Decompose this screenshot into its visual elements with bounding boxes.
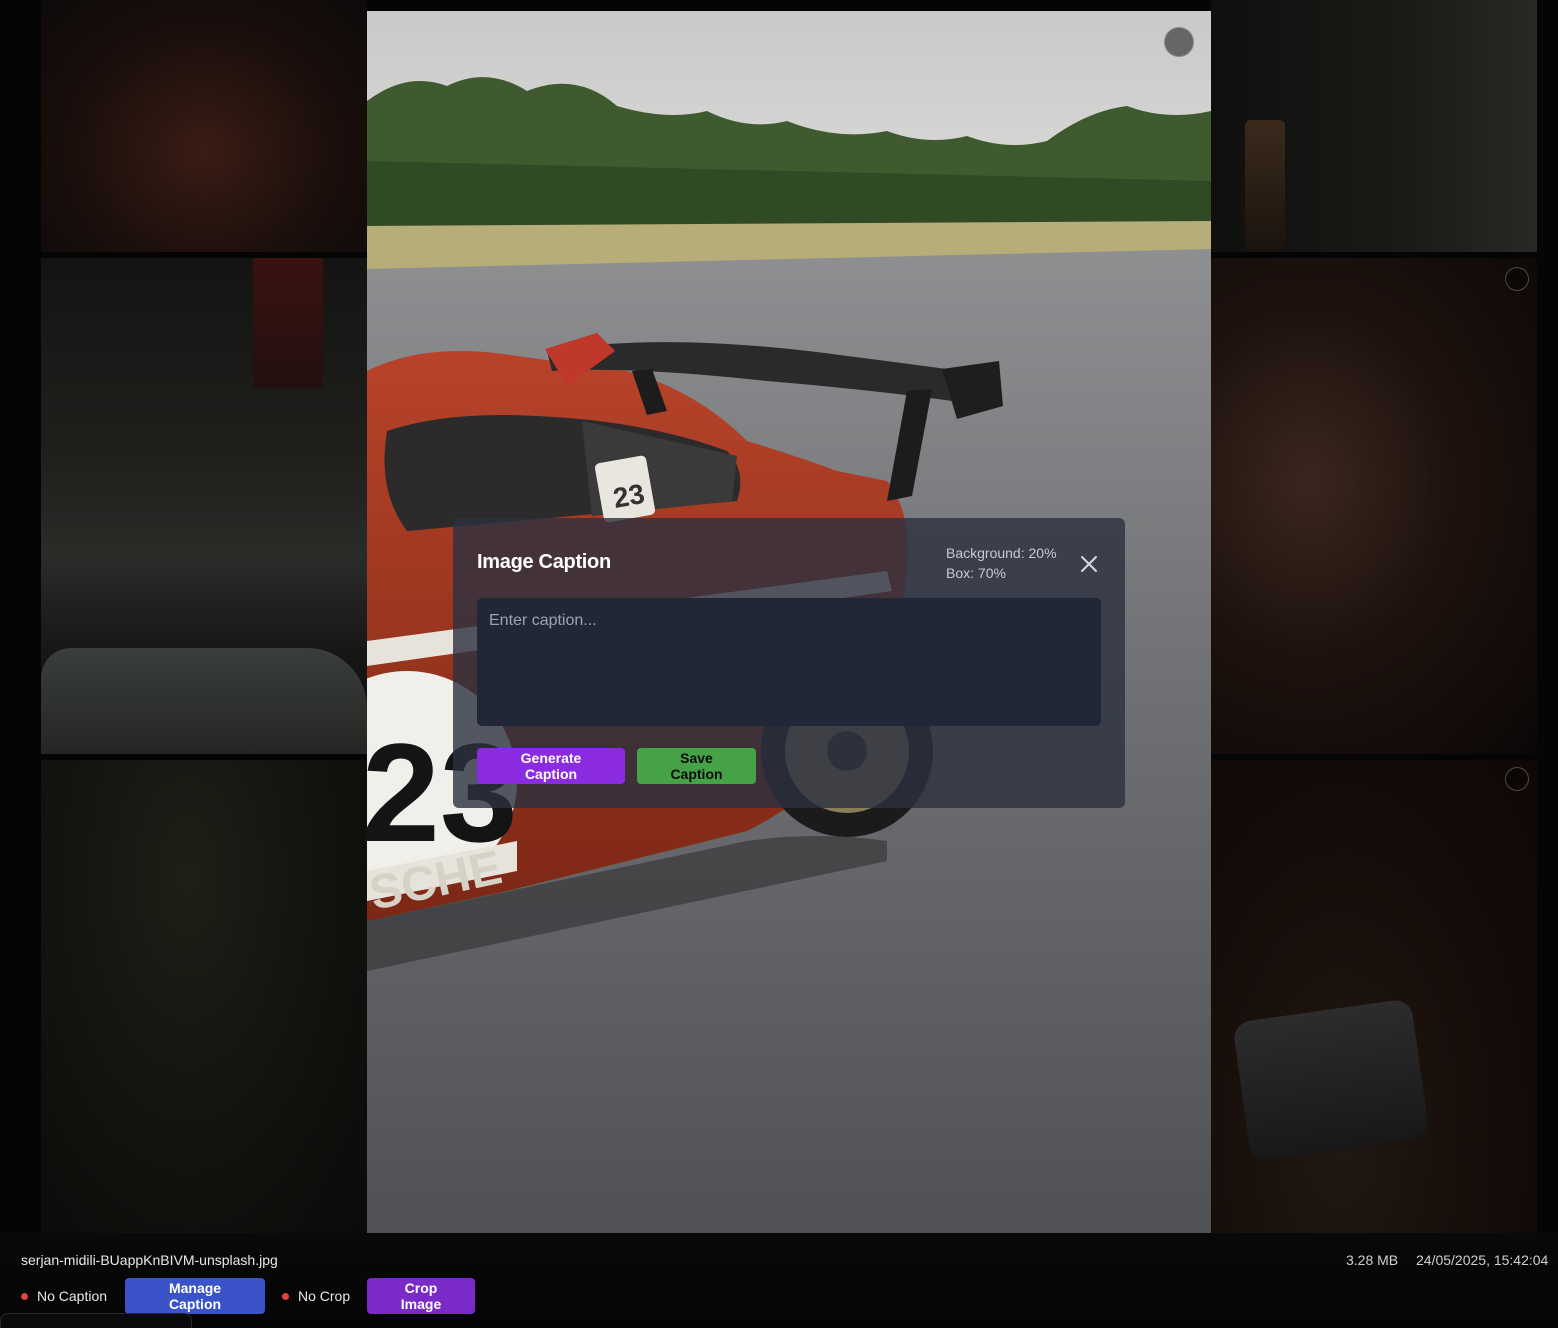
manage-caption-button[interactable]: Manage Caption bbox=[125, 1278, 265, 1314]
box-stat: Box: 70% bbox=[946, 565, 1006, 581]
status-dot-icon bbox=[21, 1292, 28, 1300]
status-dot-icon bbox=[282, 1292, 289, 1300]
gallery-thumbnail[interactable] bbox=[1211, 0, 1537, 252]
svg-text:23: 23 bbox=[611, 478, 647, 514]
generate-caption-button[interactable]: Generate Caption bbox=[477, 748, 625, 784]
crop-status-label: No Crop bbox=[298, 1288, 351, 1304]
crop-status: No Crop bbox=[282, 1288, 350, 1304]
select-circle-icon[interactable] bbox=[1505, 267, 1529, 291]
select-circle-icon[interactable] bbox=[1164, 27, 1194, 57]
modal-stats: Background: 20% Box: 70% bbox=[946, 543, 1057, 583]
select-circle-icon[interactable] bbox=[1505, 767, 1529, 791]
bottom-panel-tab[interactable] bbox=[0, 1313, 192, 1328]
thumbnail-detail bbox=[41, 648, 367, 754]
gallery-thumbnail[interactable] bbox=[1211, 258, 1537, 754]
crop-image-button[interactable]: Crop Image bbox=[367, 1278, 475, 1314]
file-name: serjan-midili-BUappKnBIVM-unsplash.jpg bbox=[21, 1252, 278, 1268]
gallery-thumbnail[interactable] bbox=[1211, 760, 1537, 1233]
gallery-thumbnail[interactable] bbox=[41, 0, 367, 252]
image-info-bar: serjan-midili-BUappKnBIVM-unsplash.jpg 3… bbox=[0, 1233, 1558, 1323]
thumbnail-detail bbox=[253, 258, 323, 388]
modal-title: Image Caption bbox=[477, 551, 611, 573]
close-icon-graphic bbox=[1081, 556, 1097, 572]
caption-input[interactable] bbox=[477, 598, 1101, 726]
thumbnail-detail bbox=[1245, 120, 1285, 252]
background-stat: Background: 20% bbox=[946, 545, 1057, 561]
close-icon[interactable] bbox=[1076, 551, 1102, 577]
gallery-thumbnail[interactable] bbox=[41, 258, 367, 754]
thumbnail-detail bbox=[1232, 998, 1430, 1162]
save-caption-button[interactable]: Save Caption bbox=[637, 748, 756, 784]
gallery-thumbnail[interactable] bbox=[41, 760, 367, 1233]
file-size: 3.28 MB bbox=[1346, 1252, 1399, 1268]
caption-status: No Caption bbox=[21, 1288, 107, 1304]
caption-modal: Image Caption Background: 20% Box: 70% G… bbox=[453, 518, 1125, 808]
file-date: 24/05/2025, 15:42:04 bbox=[1416, 1252, 1549, 1268]
caption-status-label: No Caption bbox=[37, 1288, 108, 1304]
